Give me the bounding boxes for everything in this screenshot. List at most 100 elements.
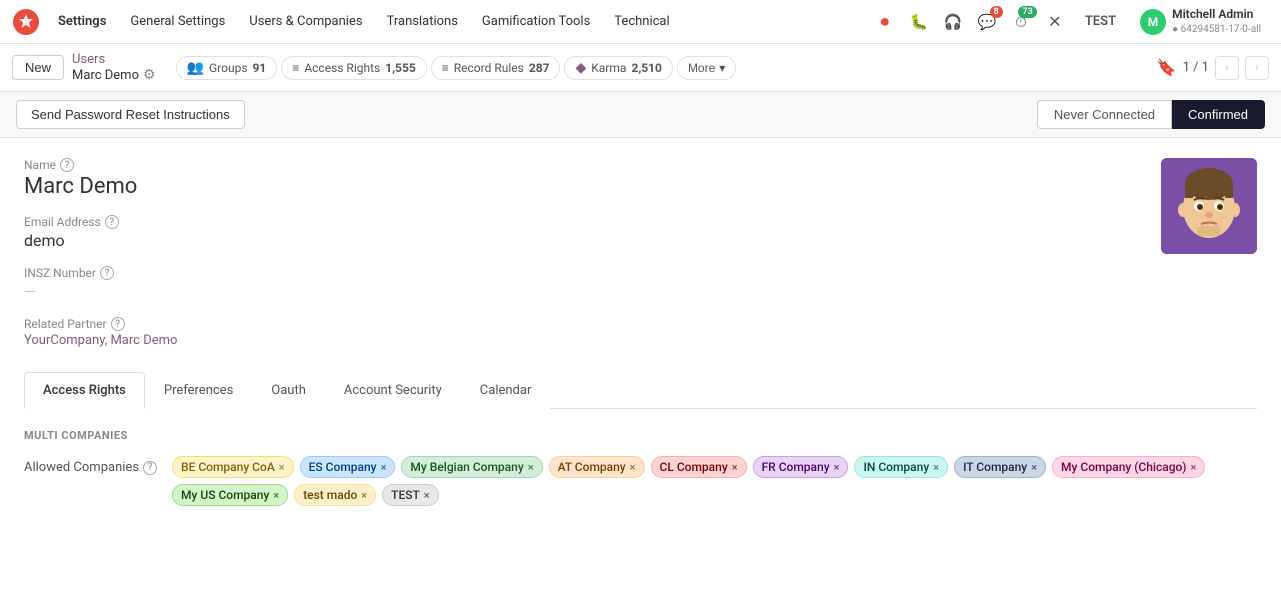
company-tag-remove[interactable]: × xyxy=(630,461,636,474)
company-tag-remove[interactable]: × xyxy=(732,461,738,474)
clock-icon[interactable]: ⏱ 73 xyxy=(1007,8,1035,36)
company-tag-remove[interactable]: × xyxy=(273,489,279,502)
pagination-prev[interactable]: ‹ xyxy=(1215,56,1239,80)
company-tag: TEST × xyxy=(382,484,439,506)
company-tag: test mado × xyxy=(294,484,376,506)
send-password-reset-button[interactable]: Send Password Reset Instructions xyxy=(16,100,245,129)
allowed-companies-row: Allowed Companies ? BE Company CoA×ES Co… xyxy=(24,456,1257,506)
red-dot-icon[interactable]: ● xyxy=(871,8,899,36)
company-tag-remove[interactable]: × xyxy=(279,461,285,474)
insz-field-group: INSZ Number ? — xyxy=(24,266,1257,301)
company-tag-label: AT Company xyxy=(558,460,626,474)
name-value: Marc Demo xyxy=(24,174,1257,199)
app-logo[interactable] xyxy=(12,8,40,36)
stat-pills: 👥 Groups 91 ≡ Access Rights 1,555 ≡ Reco… xyxy=(176,56,737,80)
tab-account-security[interactable]: Account Security xyxy=(325,372,461,409)
company-tag-label: test mado xyxy=(303,488,357,502)
breadcrumb-users-link[interactable]: Users xyxy=(72,52,156,67)
company-tag-label: IT Company xyxy=(963,460,1027,474)
groups-icon: 👥 xyxy=(187,60,204,76)
tab-calendar[interactable]: Calendar xyxy=(461,372,551,409)
groups-stat[interactable]: 👥 Groups 91 xyxy=(176,56,278,80)
insz-help-icon[interactable]: ? xyxy=(100,266,114,280)
company-tag: AT Company × xyxy=(549,456,645,478)
bug-icon[interactable]: 🐛 xyxy=(905,8,933,36)
company-tag-label: BE Company CoA xyxy=(181,460,275,474)
nav-technical[interactable]: Technical xyxy=(604,10,679,33)
company-tag-remove[interactable]: × xyxy=(361,489,367,502)
user-avatar: M xyxy=(1140,9,1166,35)
company-tag: CL Company × xyxy=(651,456,747,478)
name-field-group: Name ? Marc Demo xyxy=(24,158,1257,199)
company-tag-remove[interactable]: × xyxy=(1191,461,1197,474)
never-connected-status[interactable]: Never Connected xyxy=(1037,100,1172,129)
more-button[interactable]: More ▾ xyxy=(677,56,736,80)
access-rights-stat[interactable]: ≡ Access Rights 1,555 xyxy=(281,56,426,80)
bookmark-icon[interactable]: 🔖 xyxy=(1157,58,1177,77)
company-tag-remove[interactable]: × xyxy=(1031,461,1037,474)
settings-gear-icon[interactable]: ⚙ xyxy=(143,67,156,83)
pagination: 1 / 1 xyxy=(1183,60,1209,75)
company-tag-label: My Company (Chicago) xyxy=(1061,460,1186,474)
email-label: Email Address ? xyxy=(24,215,1257,229)
nav-users-companies[interactable]: Users & Companies xyxy=(239,10,372,33)
record-value: 287 xyxy=(529,61,550,75)
user-menu[interactable]: M Mitchell Admin ● 64294581-17-0-all xyxy=(1132,5,1269,38)
company-tag-remove[interactable]: × xyxy=(424,489,430,502)
email-value: demo xyxy=(24,231,1257,250)
karma-stat[interactable]: ◆ Karma 2,510 xyxy=(564,56,672,80)
tab-preferences[interactable]: Preferences xyxy=(145,372,252,409)
company-tag-label: FR Company xyxy=(762,460,830,474)
nav-translations[interactable]: Translations xyxy=(377,10,468,33)
user-info: Mitchell Admin ● 64294581-17-0-all xyxy=(1172,7,1261,36)
pagination-next[interactable]: › xyxy=(1245,56,1269,80)
nav-settings[interactable]: Settings xyxy=(48,10,116,33)
company-tag: ES Company × xyxy=(300,456,396,478)
email-help-icon[interactable]: ? xyxy=(105,215,119,229)
karma-label: Karma xyxy=(591,61,626,75)
name-help-icon[interactable]: ? xyxy=(60,158,74,172)
nav-general-settings[interactable]: General Settings xyxy=(120,10,235,33)
company-tag-remove[interactable]: × xyxy=(834,461,840,474)
company-tag-remove[interactable]: × xyxy=(381,461,387,474)
company-tag-remove[interactable]: × xyxy=(933,461,939,474)
company-tag-label: IN Company xyxy=(863,460,929,474)
company-tag: IN Company × xyxy=(854,456,948,478)
company-tag: My Belgian Company × xyxy=(401,456,542,478)
company-tag: My US Company× xyxy=(172,484,288,506)
related-partner-group: Related Partner ? YourCompany, Marc Demo xyxy=(24,317,1257,348)
karma-value: 2,510 xyxy=(631,61,662,75)
company-tag-label: CL Company xyxy=(660,460,728,474)
nav-gamification[interactable]: Gamification Tools xyxy=(472,10,600,33)
new-button[interactable]: New xyxy=(12,55,64,80)
company-tag-remove[interactable]: × xyxy=(528,461,534,474)
chat-icon[interactable]: 💬 8 xyxy=(973,8,1001,36)
name-label: Name ? xyxy=(24,158,1257,172)
company-tag-label: TEST xyxy=(391,488,420,502)
company-tag-label: My Belgian Company xyxy=(410,460,523,474)
breadcrumb-current: Marc Demo ⚙ xyxy=(72,67,156,83)
status-buttons: Never Connected Confirmed xyxy=(1037,100,1265,129)
related-partner-link[interactable]: YourCompany, Marc Demo xyxy=(24,333,1257,348)
groups-label: Groups xyxy=(209,61,248,75)
headset-icon[interactable]: 🎧 xyxy=(939,8,967,36)
related-partner-label: Related Partner ? xyxy=(24,317,1257,331)
test-label[interactable]: TEST xyxy=(1075,10,1126,33)
tools-icon[interactable]: ✕ xyxy=(1041,8,1069,36)
email-field-group: Email Address ? demo xyxy=(24,215,1257,250)
company-tag: My Company (Chicago) × xyxy=(1052,456,1205,478)
company-tag: FR Company × xyxy=(753,456,849,478)
allowed-companies-help-icon[interactable]: ? xyxy=(143,461,157,475)
company-tag-label: ES Company xyxy=(309,460,377,474)
tabs: Access Rights Preferences Oauth Account … xyxy=(24,372,1257,409)
access-label: Access Rights xyxy=(304,61,380,75)
confirmed-status[interactable]: Confirmed xyxy=(1172,100,1265,129)
record-rules-stat[interactable]: ≡ Record Rules 287 xyxy=(431,56,561,80)
breadcrumb: Users Marc Demo ⚙ xyxy=(72,52,156,83)
record-icon: ≡ xyxy=(442,61,449,75)
clock-badge: 73 xyxy=(1018,6,1036,18)
chat-badge: 8 xyxy=(990,6,1003,18)
related-partner-help-icon[interactable]: ? xyxy=(111,317,125,331)
tab-oauth[interactable]: Oauth xyxy=(252,372,325,409)
tab-access-rights[interactable]: Access Rights xyxy=(24,372,145,409)
